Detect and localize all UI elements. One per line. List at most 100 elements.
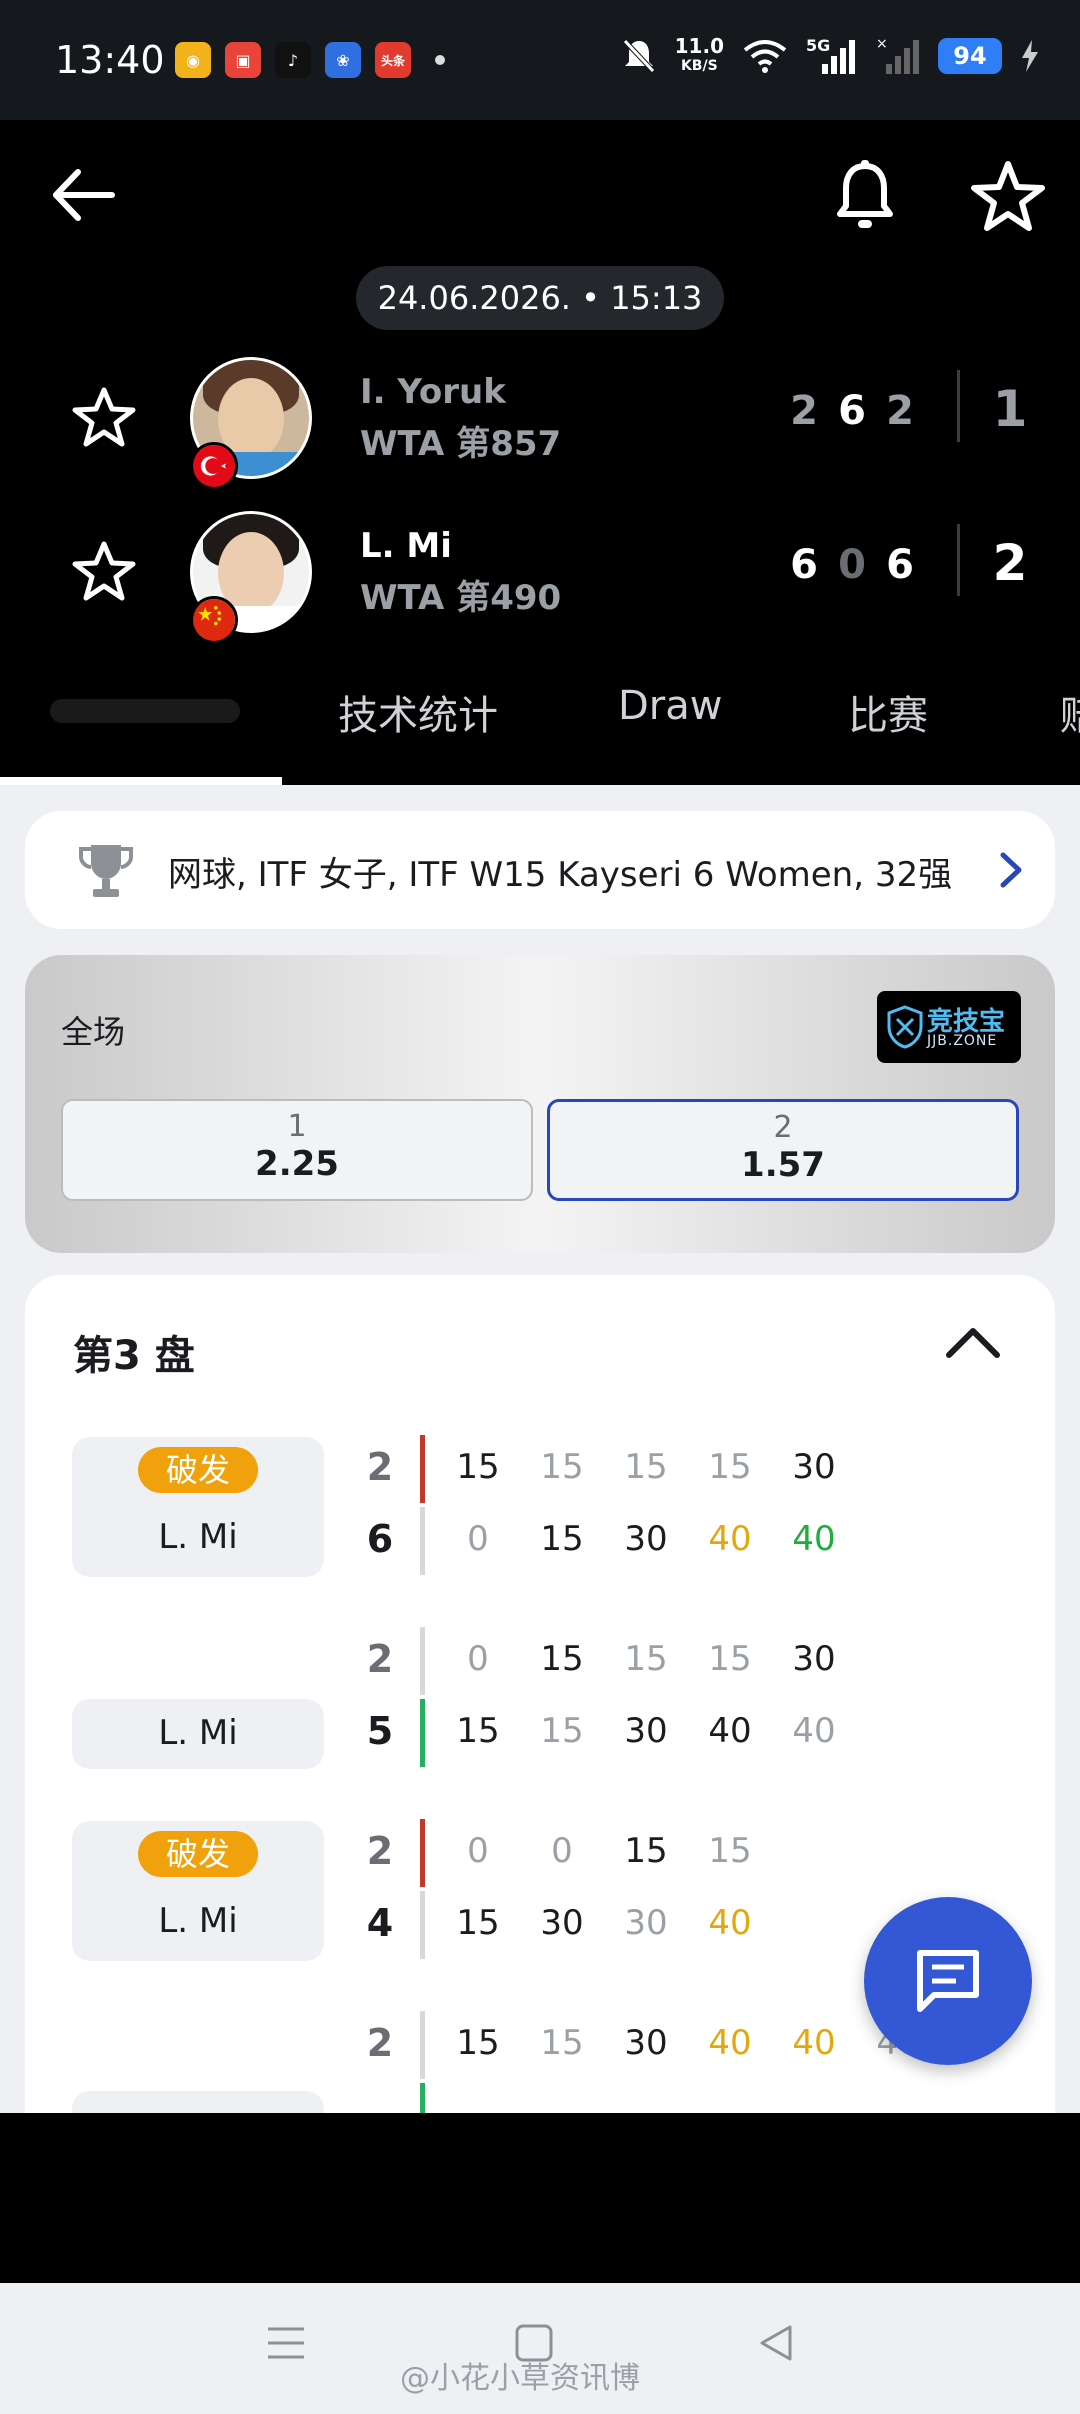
final-score: 1 (992, 380, 1028, 438)
set-scores: 6 0 6 (790, 542, 914, 588)
game-row: L. Mi 2 5 0 15 15 15 30 15 15 30 40 40 (25, 1627, 1055, 1777)
turkey-flag-icon (190, 442, 238, 490)
set-score: 0 (838, 542, 866, 588)
set-score: 2 (886, 388, 914, 434)
games-bottom: 6 (366, 1517, 394, 1561)
odds-title: 全场 (61, 1013, 126, 1051)
tab-stats[interactable]: 技术统计 (338, 683, 498, 741)
point: 0 (467, 1519, 489, 1559)
point: 40 (792, 1711, 836, 1751)
server-name: L. Mi (158, 1517, 238, 1557)
watermark: @小花小草资讯博 (400, 2361, 640, 2396)
china-flag-icon (190, 596, 238, 644)
point: 15 (456, 2023, 500, 2063)
point: 30 (792, 1639, 836, 1679)
bookmaker-logo[interactable]: 竞技宝 JJB.ZONE (877, 991, 1021, 1063)
score-bar (420, 1507, 425, 1575)
games-bottom: 5 (366, 1709, 394, 1753)
point: 0 (467, 1639, 489, 1679)
point: 15 (540, 1639, 584, 1679)
point: 0 (551, 1831, 573, 1871)
games-top: 2 (366, 1445, 394, 1489)
games-top: 2 (366, 1637, 394, 1681)
point: 40 (792, 2023, 836, 2063)
point: 40 (708, 1519, 752, 1559)
score-bar (420, 2083, 425, 2113)
status-bar: 13:40 ◉ ▣ ♪ ❀ 头条 11.0 KB/S 5G × 94 (0, 0, 1080, 120)
point: 40 (708, 2023, 752, 2063)
score-bar (420, 1435, 425, 1503)
back-triangle-icon[interactable] (756, 2323, 796, 2363)
tiktok-icon: ♪ (275, 42, 311, 78)
server-box: 破发 L. Mi (72, 1821, 324, 1961)
set-scores: 2 6 2 (790, 388, 914, 434)
server-box: 破发 L. Mi (72, 1437, 324, 1577)
point: 30 (624, 2023, 668, 2063)
point: 15 (456, 1711, 500, 1751)
player-row-1[interactable]: I. Yoruk WTA 第857 2 6 2 1 (0, 352, 1080, 490)
player-rank: WTA 第857 (360, 424, 562, 464)
odds-card: 全场 竞技宝 JJB.ZONE 1 2.25 2 1.57 (25, 955, 1055, 1253)
favorite-star-icon[interactable] (970, 158, 1046, 234)
games-top: 2 (366, 2021, 394, 2065)
shield-icon (887, 1005, 923, 1049)
back-arrow-icon[interactable] (48, 160, 118, 230)
point: 40 (708, 1903, 752, 1943)
point: 15 (456, 1447, 500, 1487)
score-bar (420, 1627, 425, 1695)
tab-overview-obscured[interactable] (50, 689, 240, 729)
divider (957, 370, 960, 442)
player-rank: WTA 第490 (360, 578, 562, 618)
set-score: 6 (838, 388, 866, 434)
game-row: 破发 L. Mi 2 6 15 15 15 15 30 0 15 30 40 4… (25, 1435, 1055, 1585)
svg-text:×: × (876, 36, 888, 52)
server-name: L. Mi (158, 1901, 238, 1941)
toutiao-icon: 头条 (375, 42, 411, 78)
point: 15 (540, 2023, 584, 2063)
shopping-app-icon: ▣ (225, 42, 261, 78)
point: 30 (624, 1711, 668, 1751)
point: 30 (624, 1519, 668, 1559)
player-favorite-star-icon[interactable] (72, 385, 136, 449)
signal-no-sim-icon: × (876, 36, 919, 74)
tab-draw[interactable]: Draw (618, 683, 722, 729)
tab-matches[interactable]: 比赛 (848, 683, 928, 741)
final-score: 2 (992, 534, 1028, 592)
bell-icon[interactable] (830, 158, 900, 234)
notification-icons: ◉ ▣ ♪ ❀ 头条 (175, 42, 445, 78)
breadcrumb-text: 网球, ITF 女子, ITF W15 Kayseri 6 Women, 32强 (168, 855, 953, 895)
tournament-breadcrumb[interactable]: 网球, ITF 女子, ITF W15 Kayseri 6 Women, 32强 (25, 811, 1055, 929)
player-name: I. Yoruk (360, 372, 506, 412)
chevron-right-icon (1000, 852, 1022, 888)
score-bar (420, 1699, 425, 1767)
player-favorite-star-icon[interactable] (72, 539, 136, 603)
mute-icon (622, 39, 655, 73)
baidu-icon: ❀ (325, 42, 361, 78)
point: 30 (540, 1903, 584, 1943)
server-name: L. Mi (158, 1713, 238, 1753)
point: 0 (467, 1831, 489, 1871)
set-score: 2 (790, 388, 818, 434)
point: 15 (540, 1519, 584, 1559)
point: 15 (540, 1447, 584, 1487)
set-score: 6 (886, 542, 914, 588)
point: 40 (792, 1519, 836, 1559)
signal-5g-icon: 5G (806, 36, 858, 76)
player-row-2[interactable]: L. Mi WTA 第490 6 0 6 2 (0, 506, 1080, 644)
menu-icon[interactable] (266, 2323, 306, 2363)
server-box: L. Mi (72, 1699, 324, 1769)
set-title: 第3 盘 (73, 1333, 195, 1379)
score-bar (420, 1891, 425, 1959)
odds-option-2[interactable]: 2 1.57 (547, 1099, 1019, 1201)
network-speed: 11.0 KB/S (674, 34, 724, 74)
odds-option-1[interactable]: 1 2.25 (61, 1099, 533, 1201)
point: 15 (708, 1639, 752, 1679)
set-score: 6 (790, 542, 818, 588)
chat-fab-button[interactable] (864, 1897, 1032, 2065)
tab-odds[interactable]: 赔 (1060, 683, 1080, 741)
chevron-up-icon[interactable] (943, 1319, 1003, 1363)
trophy-icon (79, 845, 133, 897)
divider (957, 524, 960, 596)
system-nav-bar: @小花小草资讯博 (0, 2283, 1080, 2414)
point: 15 (540, 1711, 584, 1751)
